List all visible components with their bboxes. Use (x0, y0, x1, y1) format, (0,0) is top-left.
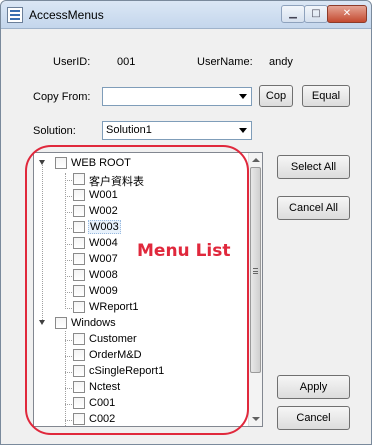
tree-item-row[interactable]: W009 (34, 284, 244, 300)
tree-line (65, 404, 72, 405)
tree-item-row[interactable]: WReport1 (34, 300, 244, 316)
cancel-button[interactable]: Cancel (277, 406, 350, 430)
tree-line (65, 292, 72, 293)
copy-from-label: Copy From: (33, 91, 91, 103)
tree-item-label: C002 (89, 413, 116, 425)
item-checkbox[interactable] (73, 301, 85, 313)
tree-item-label: Customer (89, 333, 137, 345)
item-checkbox[interactable] (73, 349, 85, 361)
tree-item-label: W003 (88, 220, 121, 234)
tree-line (65, 420, 72, 421)
item-checkbox[interactable] (73, 205, 85, 217)
solution-value: Solution1 (106, 124, 152, 136)
title-bar[interactable]: AccessMenus ▁ □ ✕ (1, 1, 371, 29)
item-checkbox[interactable] (73, 269, 85, 281)
window-title: AccessMenus (29, 8, 104, 22)
tree-line (65, 260, 72, 261)
tree-line (65, 308, 72, 309)
item-checkbox[interactable] (73, 333, 85, 345)
scroll-down-icon[interactable] (252, 417, 260, 421)
group-checkbox[interactable] (55, 317, 67, 329)
tree-item-label: Nctest (89, 381, 121, 393)
userid-label: UserID: (53, 56, 91, 68)
scroll-up-icon[interactable] (252, 158, 260, 162)
cop-button[interactable]: Cop (259, 85, 293, 107)
tree-item-row[interactable]: W008 (34, 268, 244, 284)
tree-item-label: W008 (89, 269, 118, 281)
apply-button[interactable]: Apply (277, 375, 350, 399)
item-checkbox[interactable] (73, 413, 85, 425)
tree-item-label: W009 (89, 285, 118, 297)
tree-line (65, 196, 72, 197)
tree-line (65, 372, 72, 373)
app-icon (7, 7, 23, 23)
expander-icon[interactable] (39, 160, 45, 165)
tree-item-label: cSingleReport1 (89, 365, 165, 377)
solution-label: Solution: (33, 125, 76, 137)
tree-line (65, 276, 72, 277)
tree-item-label: W001 (89, 189, 118, 201)
tree-item-label: OrderM&D (89, 349, 142, 361)
tree-item-row[interactable]: Customer (34, 332, 244, 348)
item-checkbox[interactable] (73, 381, 85, 393)
access-menus-window: AccessMenus ▁ □ ✕ UserID: 001 UserName: … (0, 0, 372, 445)
menu-tree[interactable]: WEB ROOT 客户資料表 W001 W002 W003 W004 W007 … (33, 152, 263, 427)
tree-scrollbar[interactable] (248, 153, 262, 426)
tree-line (65, 212, 72, 213)
item-checkbox[interactable] (73, 365, 85, 377)
cancel-all-button[interactable]: Cancel All (277, 196, 350, 220)
item-checkbox[interactable] (73, 253, 85, 265)
item-checkbox[interactable] (73, 285, 85, 297)
tree-item-row[interactable]: W001 (34, 188, 244, 204)
item-checkbox[interactable] (73, 189, 85, 201)
tree-line (65, 228, 72, 229)
tree-item-row-selected[interactable]: W003 (34, 220, 244, 236)
minimize-button[interactable]: ▁ (281, 5, 305, 23)
close-button[interactable]: ✕ (327, 5, 367, 23)
chevron-down-icon (239, 128, 247, 133)
tree-item-label: WReport1 (89, 301, 139, 313)
tree-item-label: 客户資料表 (89, 176, 144, 188)
tree-item-label: W002 (89, 205, 118, 217)
tree-item-row[interactable]: 客户資料表 (34, 172, 244, 188)
expander-icon[interactable] (39, 320, 45, 325)
chevron-down-icon (239, 94, 247, 99)
item-checkbox[interactable] (73, 173, 85, 185)
tree-line (65, 340, 72, 341)
solution-select[interactable]: Solution1 (102, 121, 252, 140)
item-checkbox[interactable] (73, 221, 85, 233)
group-checkbox[interactable] (55, 157, 67, 169)
grip-icon (253, 268, 258, 274)
tree-item-row[interactable]: Nctest (34, 380, 244, 396)
userid-value: 001 (117, 56, 136, 68)
tree-line (65, 388, 72, 389)
copy-from-select[interactable] (102, 87, 252, 106)
tree-item-row[interactable]: W002 (34, 204, 244, 220)
tree-group-row[interactable]: WEB ROOT (38, 156, 238, 172)
maximize-button[interactable]: □ (304, 5, 328, 23)
tree-item-row[interactable]: C001 (34, 396, 244, 412)
tree-item-label: W007 (89, 253, 118, 265)
tree-item-row[interactable]: OrderM&D (34, 348, 244, 364)
select-all-button[interactable]: Select All (277, 155, 350, 179)
username-label: UserName: (197, 56, 253, 68)
tree-line (65, 244, 72, 245)
username-value: andy (269, 56, 293, 68)
annotation-label: Menu List (137, 241, 231, 261)
tree-item-label: C001 (89, 397, 116, 409)
item-checkbox[interactable] (73, 237, 85, 249)
item-checkbox[interactable] (73, 397, 85, 409)
tree-item-label: W004 (89, 237, 118, 249)
tree-group-label: Windows (71, 317, 116, 329)
tree-line (65, 180, 72, 181)
tree-line (65, 356, 72, 357)
tree-item-row[interactable]: cSingleReport1 (34, 364, 244, 380)
tree-group-label: WEB ROOT (71, 157, 131, 169)
tree-group-row[interactable]: Windows (38, 316, 238, 332)
equal-button[interactable]: Equal (302, 85, 350, 107)
tree-item-row[interactable]: C002 (34, 412, 244, 428)
scroll-thumb[interactable] (250, 167, 261, 373)
